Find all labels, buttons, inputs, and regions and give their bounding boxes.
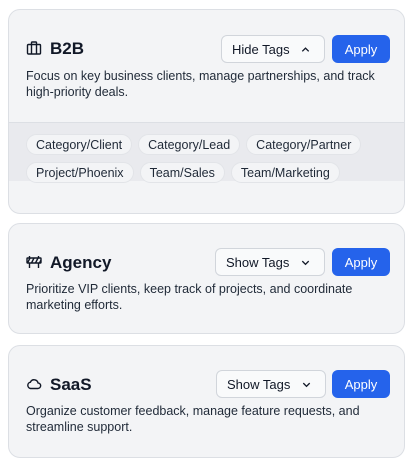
toggle-label: Show Tags [226, 254, 290, 270]
tag-chip[interactable]: Category/Partner [246, 134, 362, 155]
show-tags-button[interactable]: Show Tags [215, 248, 325, 276]
tag-chip[interactable]: Category/Client [26, 134, 133, 155]
chevron-down-icon [300, 378, 312, 390]
tag-chip[interactable]: Project/Phoenix [26, 162, 134, 183]
chevron-up-icon [300, 43, 312, 55]
roadblock-icon [26, 254, 42, 270]
apply-button[interactable]: Apply [332, 370, 390, 398]
chevron-down-icon [299, 256, 311, 268]
preset-card-b2b: B2B Hide Tags Apply Focus on key busines… [8, 9, 405, 214]
card-description: Prioritize VIP clients, keep track of pr… [26, 282, 353, 312]
tags-row: Category/Client Category/Lead Category/P… [26, 134, 362, 155]
apply-button[interactable]: Apply [332, 35, 390, 63]
tag-chip[interactable]: Team/Sales [139, 162, 225, 183]
toggle-label: Hide Tags [232, 41, 290, 57]
briefcase-icon [26, 40, 42, 56]
card-title: Agency [50, 253, 112, 272]
card-description: Organize customer feedback, manage featu… [26, 404, 360, 434]
tags-row: Project/Phoenix Team/Sales Team/Marketin… [26, 162, 340, 183]
card-title: B2B [50, 39, 85, 58]
cloud-icon [26, 376, 42, 392]
apply-button[interactable]: Apply [332, 248, 390, 276]
tag-chip[interactable]: Category/Lead [138, 134, 241, 155]
preset-card-saas: SaaS Show Tags Apply Organize customer f… [8, 345, 405, 458]
hide-tags-button[interactable]: Hide Tags [221, 35, 325, 63]
show-tags-button[interactable]: Show Tags [216, 370, 326, 398]
card-description: Focus on key business clients, manage pa… [26, 69, 375, 99]
toggle-label: Show Tags [227, 376, 291, 392]
tags-panel: Category/Client Category/Lead Category/P… [9, 122, 404, 183]
preset-card-agency: Agency Show Tags Apply Prioritize VIP cl… [8, 223, 405, 334]
card-title: SaaS [50, 375, 92, 394]
tag-chip[interactable]: Team/Marketing [230, 162, 340, 183]
